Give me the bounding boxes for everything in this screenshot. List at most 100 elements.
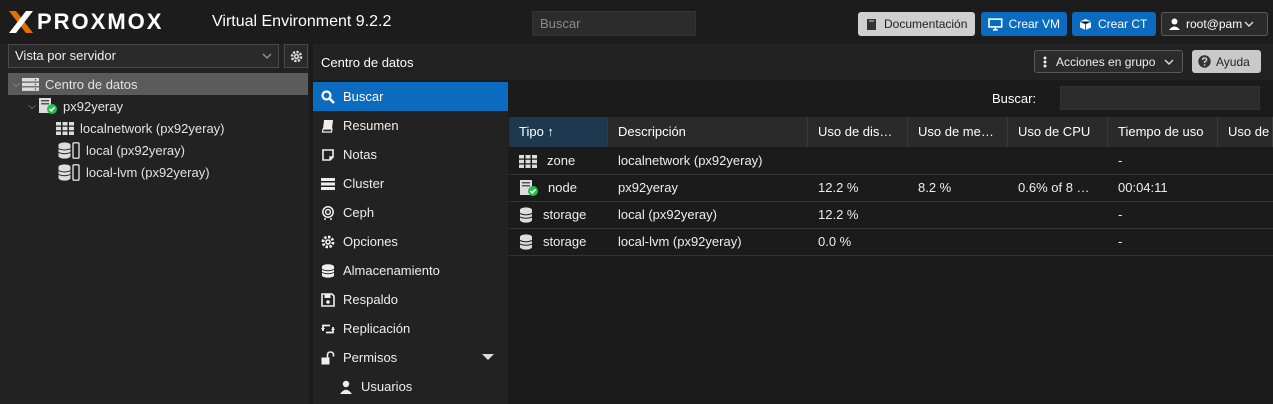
chevron-down-icon [1244, 21, 1254, 27]
collapse-icon[interactable]: ⌵ [10, 79, 22, 90]
nav-item-ceph[interactable]: Ceph [313, 198, 508, 227]
column-header-description[interactable]: Descripción [608, 117, 808, 147]
nav-item-users[interactable]: Usuarios [313, 372, 508, 401]
cell-type-label: storage [543, 207, 587, 222]
cell-memory [908, 202, 1008, 228]
column-header-cpu-usage[interactable]: Uso de CPU [1008, 117, 1108, 147]
nav-item-label: Usuarios [361, 379, 413, 394]
tree-settings-button[interactable] [284, 44, 308, 68]
cell-description: px92yeray [618, 180, 678, 195]
cell-type-label: node [548, 180, 577, 195]
server-icon [321, 177, 335, 190]
nav-item-label: Cluster [343, 176, 385, 191]
help-button[interactable]: Ayuda [1192, 50, 1261, 73]
search-grid-panel: Buscar: Tipo ↑ Descripción Uso de dis… U… [509, 82, 1273, 404]
table-row[interactable]: storage local-lvm (px92yeray) 0.0 % - [509, 229, 1273, 256]
cell-disk: 12.2 % [818, 207, 859, 222]
collapse-icon[interactable]: ⌵ [26, 101, 38, 112]
panel-title: Centro de datos [321, 55, 414, 70]
question-circle-icon [1198, 55, 1211, 68]
create-ct-button[interactable]: Crear CT [1072, 12, 1156, 36]
nav-item-label: Opciones [343, 234, 398, 249]
retweet-icon [321, 324, 335, 333]
table-row[interactable]: zone localnetwork (px92yeray) - [509, 148, 1273, 175]
note-icon [322, 148, 334, 161]
gear-icon [290, 50, 302, 62]
grid-toolbar: Buscar: [509, 82, 1273, 116]
expand-triangle-icon[interactable] [482, 354, 494, 360]
proxmox-x-icon [9, 11, 33, 33]
create-vm-label: Crear VM [1008, 17, 1060, 31]
column-header-more[interactable]: Uso de [1218, 117, 1273, 147]
cell-cpu: 0.6% of 8 … [1018, 180, 1090, 195]
cell-type-label: zone [547, 153, 576, 168]
nav-item-backup[interactable]: Respaldo [313, 285, 508, 314]
database-icon [321, 263, 335, 278]
bulk-actions-button[interactable]: Acciones en grupo [1034, 50, 1183, 73]
cell-type-label: storage [543, 234, 587, 249]
help-label: Ayuda [1216, 54, 1250, 69]
column-header-disk-usage[interactable]: Uso de dis… [808, 117, 908, 147]
tree-item-datacenter[interactable]: ⌵ Centro de datos [8, 73, 308, 95]
nav-item-storage[interactable]: Almacenamiento [313, 256, 508, 285]
zone-grid-icon [56, 121, 74, 135]
view-selector-label: Vista por servidor [15, 48, 116, 63]
vertical-ellipsis-icon [1043, 56, 1047, 67]
grid-header: Tipo ↑ Descripción Uso de dis… Uso de me… [509, 117, 1273, 147]
tree-item-storage-local[interactable]: local (px92yeray) [8, 139, 308, 161]
tree-item-label: localnetwork (px92yeray) [80, 120, 225, 136]
floppy-icon [321, 292, 335, 307]
cell-disk: 12.2 % [818, 180, 859, 195]
storage-icon [519, 207, 533, 223]
cell-memory [908, 229, 1008, 255]
table-row[interactable]: node px92yeray 12.2 % 8.2 % 0.6% of 8 … … [509, 175, 1273, 202]
nav-item-summary[interactable]: Resumen [313, 111, 508, 140]
cell-type: node [509, 175, 608, 201]
cell-cpu [1008, 202, 1108, 228]
column-header-uptime[interactable]: Tiempo de uso [1108, 117, 1218, 147]
zone-grid-icon [519, 154, 537, 168]
storage-icon [58, 163, 80, 181]
ceph-icon [322, 205, 334, 220]
resource-tree: ⌵ Centro de datos ⌵ px92yeray localnetwo… [8, 73, 308, 183]
cell-type: storage [509, 229, 608, 255]
monitor-icon [988, 17, 1003, 31]
grid-search-input[interactable] [1060, 86, 1260, 110]
nav-item-replication[interactable]: Replicación [313, 314, 508, 343]
documentation-button[interactable]: Documentación [858, 12, 975, 36]
nav-item-label: Respaldo [343, 292, 398, 307]
nav-item-label: Notas [343, 147, 377, 162]
column-header-type[interactable]: Tipo ↑ [509, 117, 608, 147]
documentation-label: Documentación [884, 17, 968, 31]
nav-item-cluster[interactable]: Cluster [313, 169, 508, 198]
cell-uptime: - [1118, 234, 1123, 249]
nav-item-search[interactable]: Buscar [313, 82, 508, 111]
cell-description: local-lvm (px92yeray) [618, 234, 742, 249]
tree-item-label: px92yeray [63, 98, 123, 114]
user-menu-button[interactable]: root@pam [1161, 12, 1268, 36]
global-search-input[interactable]: Buscar [532, 11, 696, 36]
nav-item-notes[interactable]: Notas [313, 140, 508, 169]
node-online-icon [39, 98, 57, 114]
view-selector[interactable]: Vista por servidor [8, 44, 279, 68]
search-icon [321, 89, 335, 104]
column-header-memory-usage[interactable]: Uso de me… [908, 117, 1008, 147]
nav-item-options[interactable]: Opciones [313, 227, 508, 256]
nav-item-label: Resumen [343, 118, 399, 133]
cell-uptime: - [1118, 153, 1123, 168]
nav-item-permissions[interactable]: Permisos [313, 343, 508, 372]
cell-description: localnetwork (px92yeray) [618, 153, 763, 168]
tree-item-storage-local-lvm[interactable]: local-lvm (px92yeray) [8, 161, 308, 183]
grid-search-label: Buscar: [992, 91, 1037, 106]
create-vm-button[interactable]: Crear VM [981, 12, 1067, 36]
table-row[interactable]: storage local (px92yeray) 12.2 % - [509, 202, 1273, 229]
top-bar: PROXMOX Virtual Environment 9.2.2 Buscar… [0, 0, 1273, 44]
tree-item-node[interactable]: ⌵ px92yeray [8, 95, 308, 117]
datacenter-nav: Buscar Resumen Notas Cluster Ceph Opcion… [313, 82, 508, 404]
datacenter-icon [22, 77, 39, 91]
tree-item-zone[interactable]: localnetwork (px92yeray) [8, 117, 308, 139]
cell-memory: 8.2 % [918, 180, 952, 195]
nav-item-label: Ceph [343, 205, 375, 220]
gear-icon [321, 235, 335, 248]
proxmox-logo[interactable]: PROXMOX [7, 8, 163, 36]
